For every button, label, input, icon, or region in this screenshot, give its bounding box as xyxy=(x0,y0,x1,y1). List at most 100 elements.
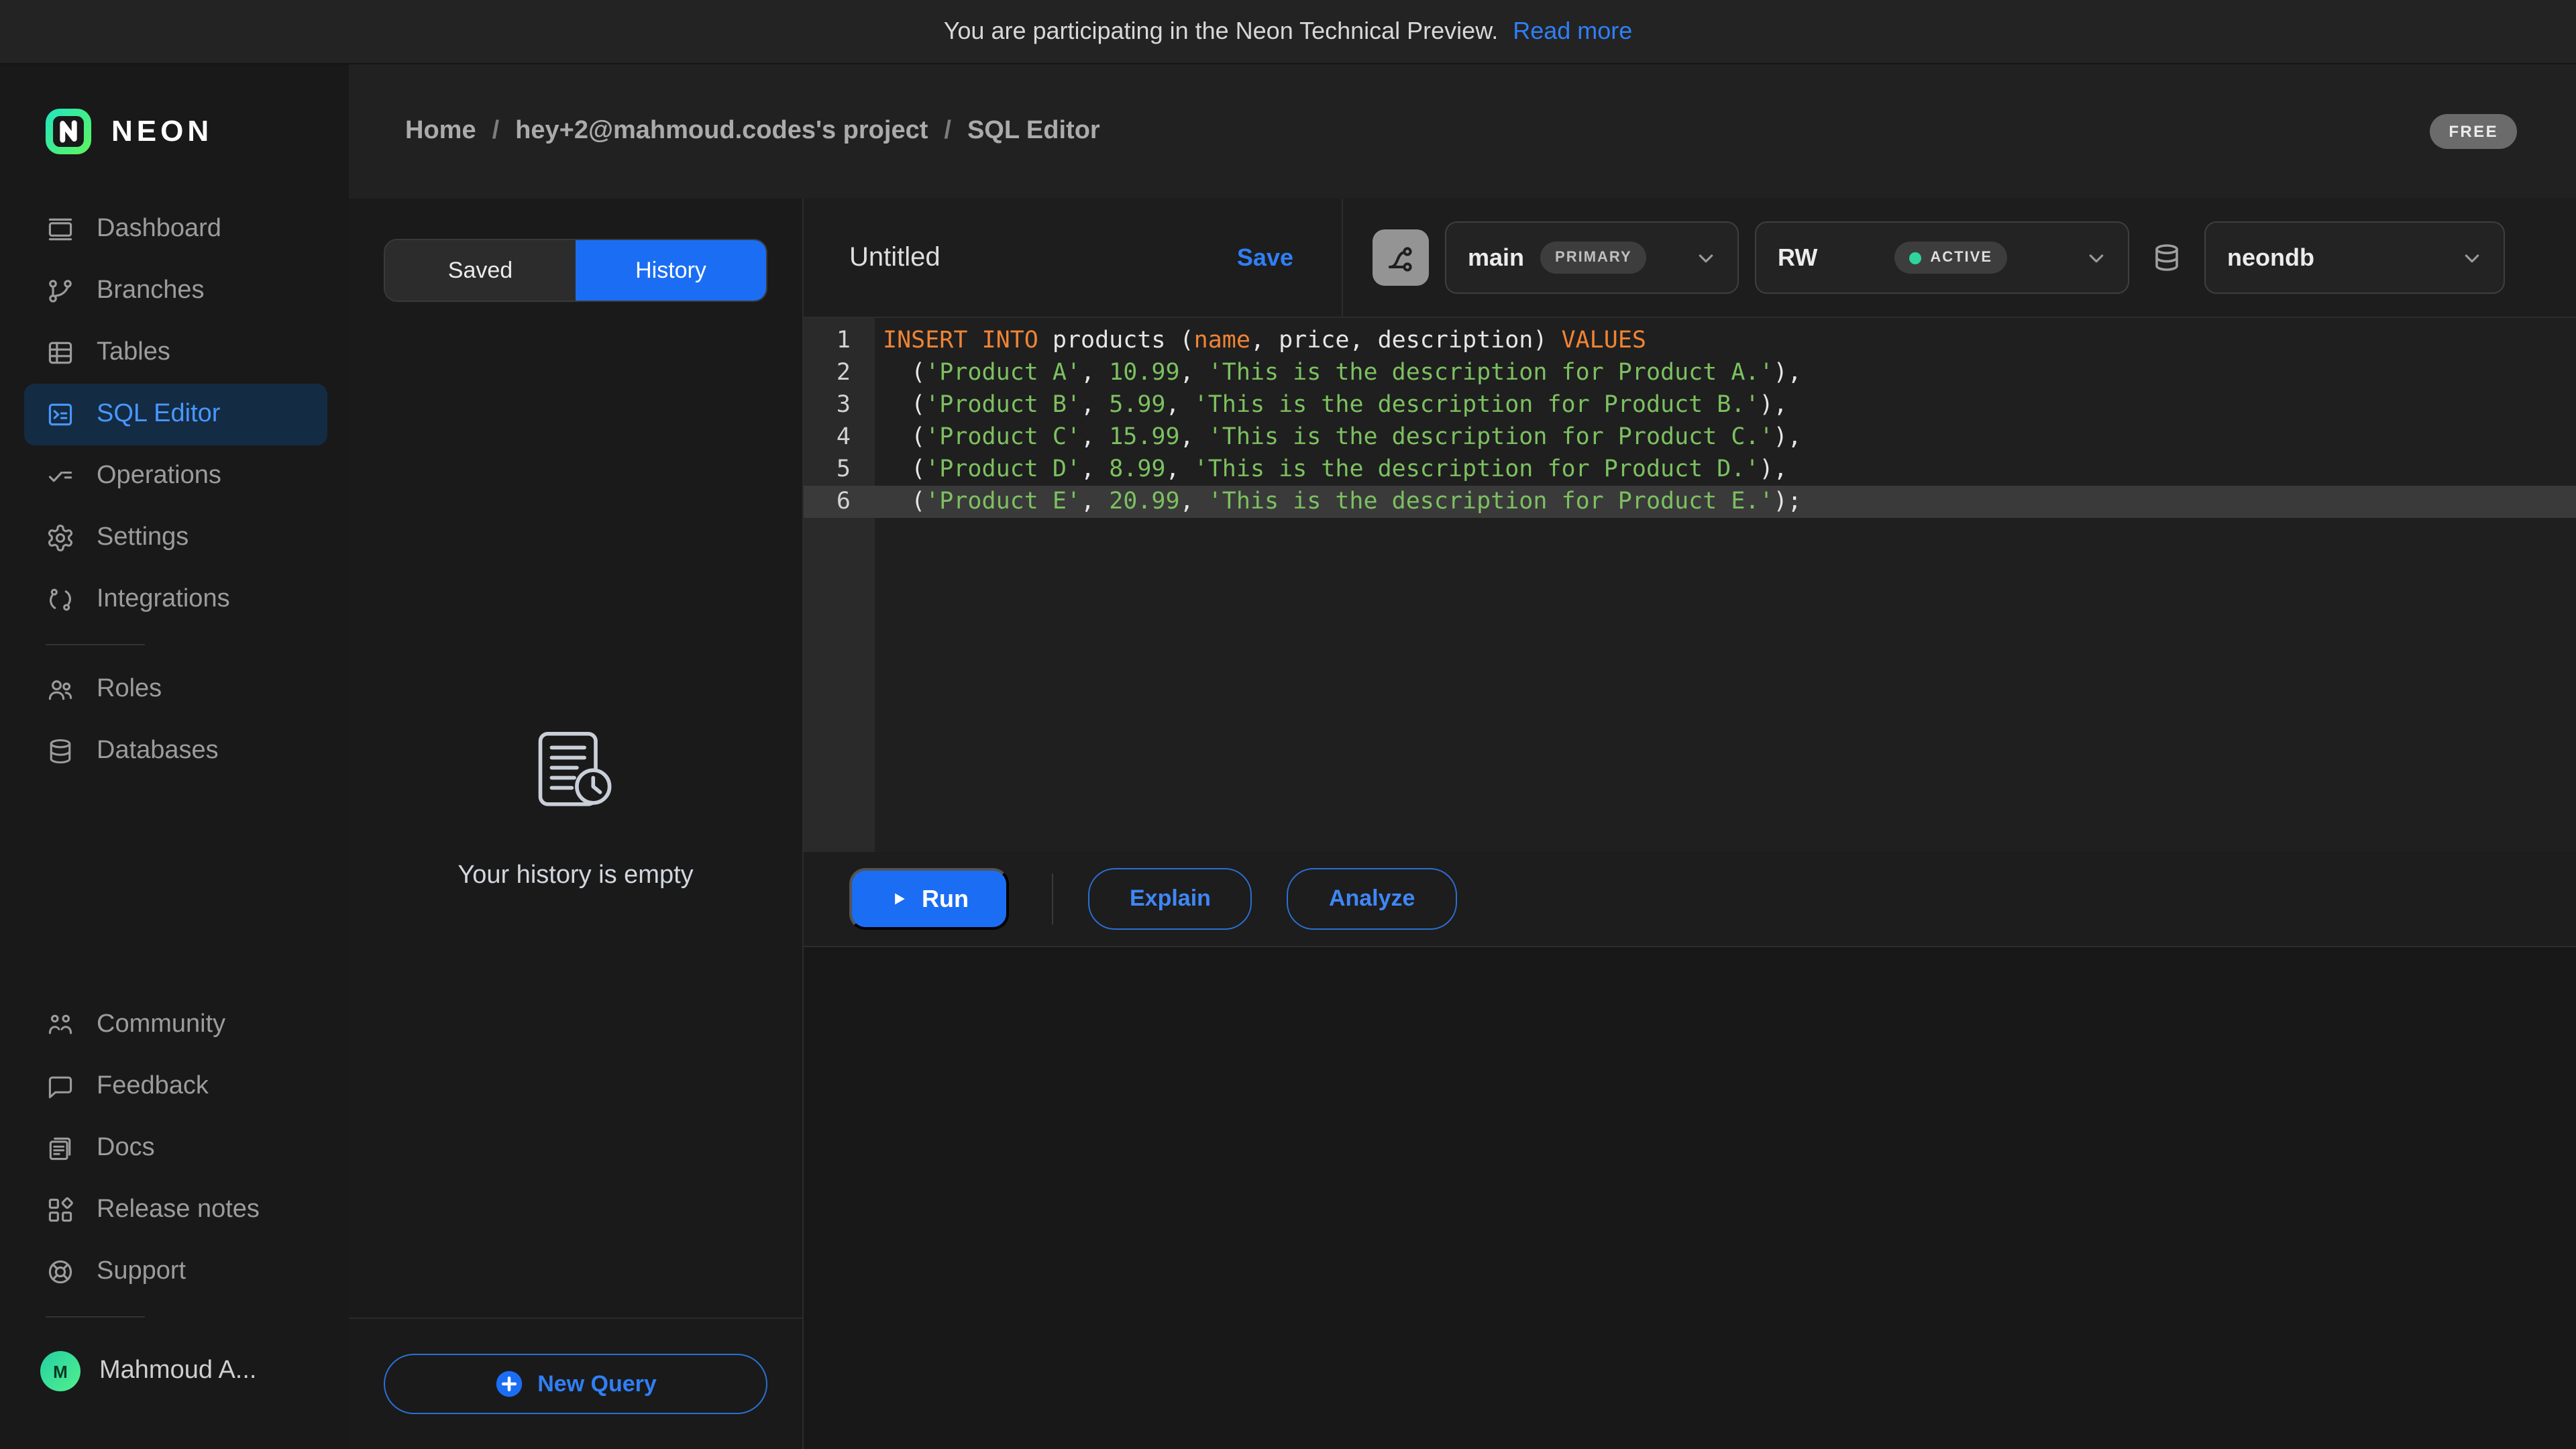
breadcrumb: Home / hey+2@mahmoud.codes's project / SQL E… xyxy=(405,117,1100,146)
code-line[interactable]: 3 ('Product B', 5.99, 'This is the descr… xyxy=(804,389,2576,421)
sidebar-item-label: Release notes xyxy=(97,1195,260,1225)
sidebar-nav-bottom: Community Feedback Docs Release notes Suppor… xyxy=(0,994,349,1303)
save-button[interactable]: Save xyxy=(1237,244,1293,272)
compute-endpoint-select[interactable]: RW ACTIVE xyxy=(1755,221,2129,294)
sidebar-item-dashboard[interactable]: Dashboard xyxy=(24,199,327,260)
branches-icon xyxy=(46,276,75,306)
tab-history[interactable]: History xyxy=(576,240,766,301)
sidebar-item-databases[interactable]: Databases xyxy=(24,720,327,782)
query-title[interactable]: Untitled xyxy=(849,242,941,273)
analyze-button[interactable]: Analyze xyxy=(1287,868,1457,930)
breadcrumb-item[interactable]: Home xyxy=(405,117,476,146)
breadcrumb-item[interactable]: hey+2@mahmoud.codes's project xyxy=(515,117,928,146)
sql-editor-panel: Untitled Save xyxy=(802,199,2576,1449)
run-button[interactable]: Run xyxy=(849,868,1009,930)
query-title-section: Untitled Save xyxy=(804,199,1343,317)
sidebar-item-label: Support xyxy=(97,1257,186,1287)
user-name: Mahmoud A... xyxy=(99,1356,256,1386)
code-line[interactable]: 5 ('Product D', 8.99, 'This is the descr… xyxy=(804,453,2576,486)
release-notes-icon xyxy=(46,1195,75,1225)
dashboard-icon xyxy=(46,215,75,244)
code-line[interactable]: 6 ('Product E', 20.99, 'This is the desc… xyxy=(804,486,2576,518)
sql-editor-icon xyxy=(46,400,75,429)
app-shell: NEON DashboardBranchesTables SQL Editor Op… xyxy=(0,64,2576,1449)
sidebar-item-sql-editor[interactable]: SQL Editor xyxy=(24,384,327,445)
database-select[interactable]: neondb xyxy=(2204,221,2505,294)
code-line[interactable]: 4 ('Product C', 15.99, 'This is the desc… xyxy=(804,421,2576,453)
plan-badge: FREE xyxy=(2430,114,2517,149)
sidebar-item-integrations[interactable]: Integrations xyxy=(24,569,327,631)
new-query-button[interactable]: New Query xyxy=(384,1354,767,1414)
sql-code-editor[interactable]: 1INSERT INTO products (name, price, desc… xyxy=(804,318,2576,852)
database-name: neondb xyxy=(2227,244,2314,272)
code-line-content: ('Product B', 5.99, 'This is the descrip… xyxy=(875,389,1788,421)
databases-icon xyxy=(46,737,75,766)
app-root: You are participating in the Neon Techni… xyxy=(0,0,2576,1449)
editor-toolbar: Untitled Save xyxy=(804,199,2576,318)
plus-circle-icon xyxy=(494,1370,523,1398)
neon-logo[interactable]: NEON xyxy=(0,64,349,199)
code-line[interactable]: 2 ('Product A', 10.99, 'This is the desc… xyxy=(804,357,2576,389)
history-empty-state: Your history is empty xyxy=(349,302,802,1318)
history-empty-text: Your history is empty xyxy=(458,861,693,890)
avatar[interactable]: M xyxy=(40,1351,80,1391)
support-icon xyxy=(46,1257,75,1287)
tab-saved[interactable]: Saved xyxy=(385,240,576,301)
sidebar-item-support[interactable]: Support xyxy=(24,1241,327,1303)
breadcrumb-separator: / xyxy=(492,117,500,146)
user-menu[interactable]: M Mahmoud A... xyxy=(0,1331,349,1411)
neon-logo-text: NEON xyxy=(111,114,213,149)
sidebar-item-label: Roles xyxy=(97,675,162,704)
sidebar-item-label: Settings xyxy=(97,523,189,553)
endpoint-name: RW xyxy=(1778,244,1817,272)
sidebar-item-label: Integrations xyxy=(97,585,230,614)
new-query-label: New Query xyxy=(537,1371,657,1397)
sidebar-item-feedback[interactable]: Feedback xyxy=(24,1056,327,1118)
run-label: Run xyxy=(922,885,969,913)
sidebar-item-label: Databases xyxy=(97,737,219,766)
sidebar-item-branches[interactable]: Branches xyxy=(24,260,327,322)
sidebar-divider xyxy=(46,644,145,645)
sidebar-item-label: SQL Editor xyxy=(97,400,220,429)
actions-divider xyxy=(1052,873,1053,924)
sidebar-item-community[interactable]: Community xyxy=(24,994,327,1056)
branch-select[interactable]: main PRIMARY xyxy=(1445,221,1739,294)
banner-text: You are participating in the Neon Techni… xyxy=(944,17,1499,46)
community-icon xyxy=(46,1010,75,1040)
history-empty-icon xyxy=(535,729,616,812)
sidebar-divider xyxy=(46,1316,145,1318)
git-branch-icon xyxy=(1385,241,1417,274)
explain-button[interactable]: Explain xyxy=(1088,868,1252,930)
breadcrumb-separator: / xyxy=(944,117,951,146)
sidebar-item-settings[interactable]: Settings xyxy=(24,507,327,569)
settings-icon xyxy=(46,523,75,553)
sidebar-item-label: Docs xyxy=(97,1134,155,1163)
sidebar-item-tables[interactable]: Tables xyxy=(24,322,327,384)
line-number: 4 xyxy=(804,421,875,453)
integrations-icon xyxy=(46,585,75,614)
content-area: Saved History xyxy=(349,199,2576,1449)
sidebar-item-operations[interactable]: Operations xyxy=(24,445,327,507)
sidebar-item-release-notes[interactable]: Release notes xyxy=(24,1179,327,1241)
chevron-down-icon xyxy=(2084,245,2109,270)
preview-banner: You are participating in the Neon Techni… xyxy=(0,0,2576,64)
code-line[interactable]: 1INSERT INTO products (name, price, desc… xyxy=(804,325,2576,357)
history-footer: New Query xyxy=(349,1318,802,1449)
roles-icon xyxy=(46,675,75,704)
banner-read-more-link[interactable]: Read more xyxy=(1513,17,1632,46)
sidebar-nav-secondary: Roles Databases xyxy=(0,659,349,782)
docs-icon xyxy=(46,1134,75,1163)
sidebar-item-roles[interactable]: Roles xyxy=(24,659,327,720)
branch-icon-button[interactable] xyxy=(1373,229,1429,286)
play-icon xyxy=(890,890,908,908)
line-number: 1 xyxy=(804,325,875,357)
chevron-down-icon xyxy=(2459,245,2485,270)
active-badge-label: ACTIVE xyxy=(1930,250,1992,266)
editor-actions: Run Explain Analyze xyxy=(804,852,2576,947)
line-number: 2 xyxy=(804,357,875,389)
history-panel: Saved History xyxy=(349,199,802,1449)
sidebar-item-label: Community xyxy=(97,1010,225,1040)
results-panel xyxy=(804,947,2576,1449)
breadcrumb-item: SQL Editor xyxy=(967,117,1100,146)
sidebar-item-docs[interactable]: Docs xyxy=(24,1118,327,1179)
